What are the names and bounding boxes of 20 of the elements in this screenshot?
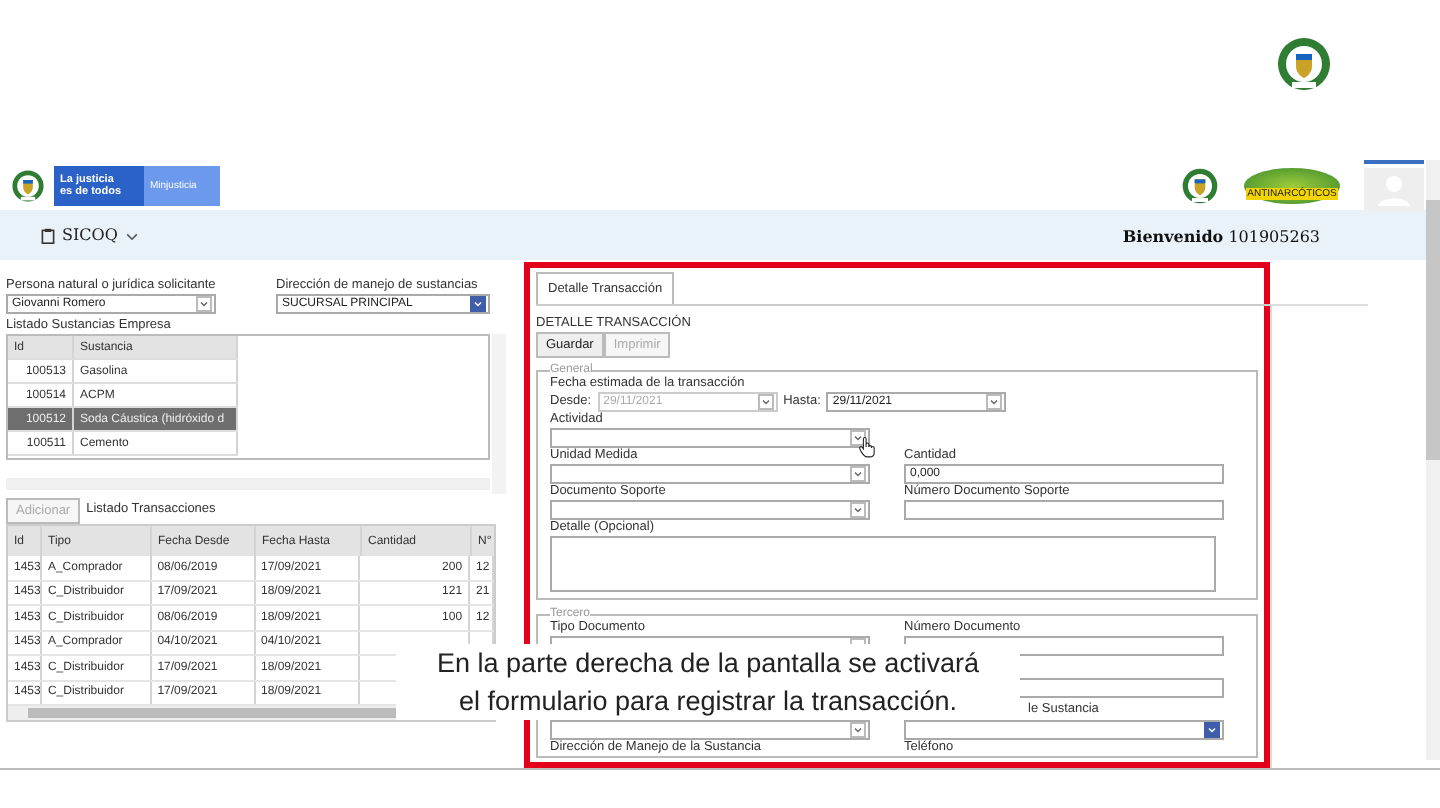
select-field[interactable] xyxy=(550,464,870,484)
caption-line: el formulario para registrar la transacción. xyxy=(458,685,958,717)
crest-icon xyxy=(1180,165,1220,205)
scrollbar[interactable] xyxy=(492,334,506,494)
welcome-label: Bienvenido xyxy=(1122,225,1224,245)
text-area[interactable] xyxy=(550,536,1216,592)
select-field[interactable] xyxy=(550,428,870,448)
scrollbar[interactable] xyxy=(1426,160,1440,760)
select-field[interactable] xyxy=(550,720,870,740)
caption-line: En la parte derecha de la pantalla se activará xyxy=(437,647,979,679)
input-field[interactable] xyxy=(904,500,1224,520)
hand-cursor-icon xyxy=(858,436,876,458)
app-menu[interactable]: SICOQ xyxy=(40,226,140,244)
crest-icon xyxy=(1274,34,1334,94)
crest-icon xyxy=(10,167,46,203)
avatar-icon[interactable] xyxy=(1364,159,1424,211)
select-field[interactable] xyxy=(904,720,1224,740)
select-field[interactable] xyxy=(550,500,870,520)
user-id: 101905263 xyxy=(1228,227,1320,245)
clipboard-icon xyxy=(40,227,56,243)
